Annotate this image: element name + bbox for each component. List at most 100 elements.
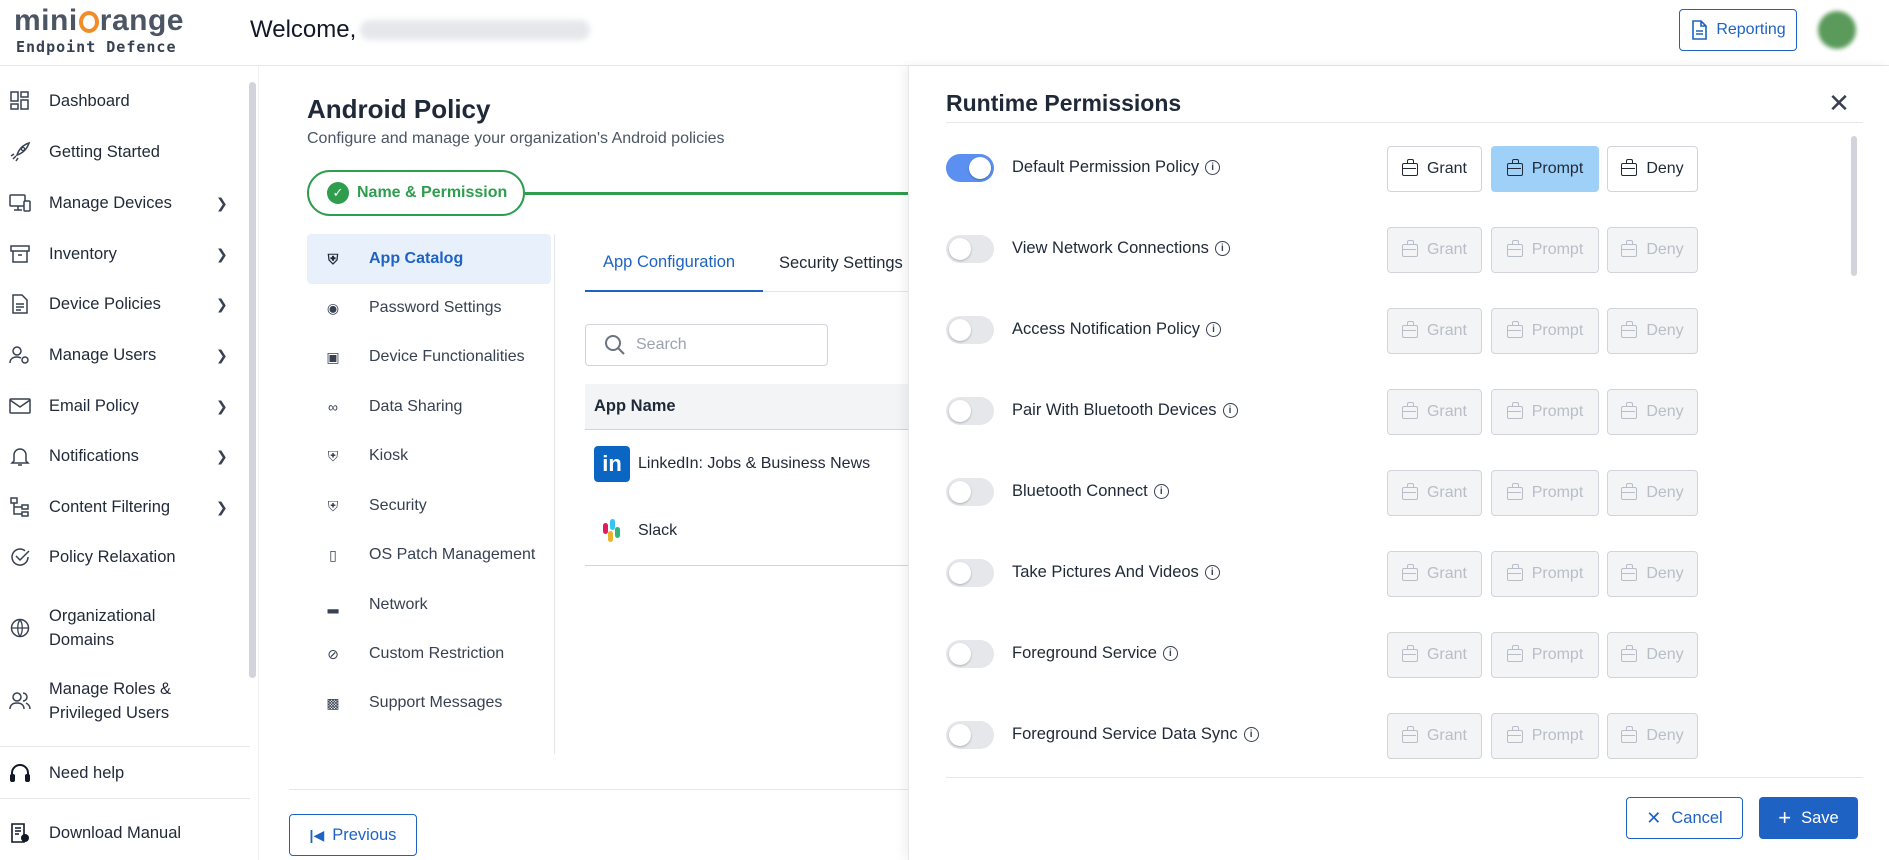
save-button[interactable]: + Save	[1759, 797, 1858, 839]
prompt-button[interactable]: Prompt	[1491, 632, 1599, 678]
close-icon[interactable]: ✕	[1826, 88, 1852, 118]
subnav-item-password-settings[interactable]: ◉ Password Settings	[307, 283, 551, 333]
grant-label: Grant	[1426, 565, 1467, 582]
tab-app-configuration[interactable]: App Configuration	[585, 234, 763, 292]
deny-button[interactable]: Deny	[1607, 551, 1698, 597]
info-icon[interactable]: i	[1214, 241, 1230, 256]
grant-button[interactable]: Grant	[1387, 551, 1482, 597]
sidebar-scrollbar[interactable]	[249, 82, 256, 678]
subnav-item-label: Support Messages	[369, 694, 503, 711]
permission-toggle[interactable]	[946, 559, 994, 587]
subnav-item-os-patch-management[interactable]: ▯ OS Patch Management	[307, 530, 551, 580]
sidebar-item-content-filtering[interactable]: Content Filtering ❯	[0, 492, 240, 522]
sidebar-item-inventory[interactable]: Inventory ❯	[0, 239, 240, 269]
prompt-label: Prompt	[1531, 160, 1584, 177]
prompt-button[interactable]: Prompt	[1491, 551, 1599, 597]
user-avatar[interactable]	[1818, 11, 1856, 49]
subnav-item-network[interactable]: ▂ Network	[307, 580, 551, 630]
permission-toggle[interactable]	[946, 316, 994, 344]
info-icon[interactable]: i	[1206, 322, 1221, 337]
prompt-button[interactable]: Prompt	[1491, 713, 1599, 759]
deny-button[interactable]: Deny	[1607, 227, 1698, 273]
briefcase-icon	[1621, 563, 1638, 581]
subnav-item-app-catalog[interactable]: ⛨ App Catalog	[307, 234, 551, 284]
sidebar-item-dashboard[interactable]: Dashboard	[0, 86, 240, 116]
grant-button[interactable]: Grant	[1387, 389, 1482, 435]
info-icon[interactable]: i	[1153, 484, 1169, 499]
tab-security-settings[interactable]: Security Settings	[779, 234, 909, 292]
toggle-knob	[949, 724, 971, 746]
grant-button[interactable]: Grant	[1387, 713, 1482, 759]
permission-toggle[interactable]	[946, 721, 994, 749]
subnav-item-data-sharing[interactable]: ∞ Data Sharing	[307, 382, 551, 432]
panel-scrollbar[interactable]	[1851, 136, 1857, 276]
sidebar-divider	[0, 798, 250, 799]
sidebar-item-manage-devices[interactable]: Manage Devices ❯	[0, 188, 240, 218]
info-icon[interactable]: i	[1222, 403, 1238, 418]
prompt-button[interactable]: Prompt	[1491, 227, 1599, 273]
prompt-button[interactable]: Prompt	[1491, 470, 1599, 516]
chevron-right-icon: ❯	[216, 245, 228, 262]
sidebar-item-manage-users[interactable]: Manage Users ❯	[0, 340, 240, 370]
sidebar-item-email-policy[interactable]: Email Policy ❯	[0, 391, 240, 421]
miniorange-logo[interactable]: mini range Endpoint Defence	[14, 6, 184, 57]
prompt-button[interactable]: Prompt	[1491, 389, 1599, 435]
deny-button[interactable]: Deny	[1607, 308, 1698, 354]
grant-button[interactable]: Grant	[1387, 308, 1482, 354]
info-icon[interactable]: i	[1205, 160, 1221, 175]
permission-toggle[interactable]	[946, 640, 994, 668]
permission-toggle[interactable]	[946, 235, 994, 263]
footer-divider	[289, 789, 909, 790]
permission-label: Default Permission Policy i	[1012, 158, 1221, 177]
subnav-item-security[interactable]: ⛨ Security	[307, 481, 551, 531]
info-icon[interactable]: i	[1162, 646, 1178, 661]
app-search-input[interactable]: Search	[585, 324, 828, 366]
step-name-permission[interactable]: ✓ Name & Permission	[307, 170, 525, 216]
main-content: Android Policy Configure and manage your…	[258, 66, 909, 860]
deny-button[interactable]: Deny	[1607, 146, 1698, 192]
prompt-button[interactable]: Prompt	[1491, 308, 1599, 354]
grant-button[interactable]: Grant	[1387, 227, 1482, 273]
chevron-right-icon: ❯	[216, 397, 228, 414]
permission-toggle[interactable]	[946, 478, 994, 506]
sidebar-item-device-policies[interactable]: Device Policies ❯	[0, 289, 240, 319]
permission-toggle[interactable]	[946, 397, 994, 425]
rocket-icon	[9, 141, 31, 163]
sidebar-item-label: Notifications	[49, 447, 139, 465]
grant-button[interactable]: Grant	[1387, 470, 1482, 516]
briefcase-icon	[1506, 158, 1523, 176]
previous-button[interactable]: |◀ Previous	[289, 814, 417, 856]
deny-button[interactable]: Deny	[1607, 632, 1698, 678]
sidebar-item-policy-relaxation[interactable]: Policy Relaxation	[0, 542, 240, 572]
permission-label-text: Pair With Bluetooth Devices	[1012, 401, 1217, 419]
info-icon[interactable]: i	[1243, 727, 1259, 742]
subnav-item-device-functionalities[interactable]: ▣ Device Functionalities	[307, 332, 551, 382]
sidebar-download-manual[interactable]: Download Manual	[0, 818, 240, 848]
subnav-item-kiosk[interactable]: ⛨ Kiosk	[307, 431, 551, 481]
permission-toggle[interactable]	[946, 154, 994, 182]
sidebar-need-help[interactable]: Need help	[0, 758, 240, 788]
deny-button[interactable]: Deny	[1607, 470, 1698, 516]
subnav-item-label: Kiosk	[369, 447, 409, 464]
sidebar-item-getting-started[interactable]: Getting Started	[0, 137, 240, 167]
grant-button[interactable]: Grant	[1387, 632, 1482, 678]
subnav-item-support-messages[interactable]: ▩ Support Messages	[307, 678, 551, 728]
reporting-button[interactable]: Reporting	[1679, 9, 1797, 51]
sidebar-item-organizational-domains[interactable]: Organizational Domains	[0, 604, 240, 652]
permission-label: Pair With Bluetooth Devices i	[1012, 401, 1238, 420]
deny-button[interactable]: Deny	[1607, 713, 1698, 759]
subnav-item-custom-restriction[interactable]: ⊘ Custom Restriction	[307, 629, 551, 679]
grant-button[interactable]: Grant	[1387, 146, 1482, 192]
sidebar-item-manage-roles[interactable]: Manage Roles & Privileged Users	[0, 677, 240, 725]
table-row[interactable]: Slack	[585, 498, 909, 564]
prompt-button[interactable]: Prompt	[1491, 146, 1599, 192]
subnav-item-label: Custom Restriction	[369, 645, 505, 662]
deny-label: Deny	[1646, 484, 1684, 501]
prompt-label: Prompt	[1531, 322, 1584, 339]
grant-label: Grant	[1426, 484, 1467, 501]
info-icon[interactable]: i	[1204, 565, 1220, 580]
cancel-button[interactable]: ✕ Cancel	[1626, 797, 1743, 839]
table-row[interactable]: in LinkedIn: Jobs & Business News	[585, 431, 909, 497]
sidebar-item-notifications[interactable]: Notifications ❯	[0, 441, 240, 471]
deny-button[interactable]: Deny	[1607, 389, 1698, 435]
